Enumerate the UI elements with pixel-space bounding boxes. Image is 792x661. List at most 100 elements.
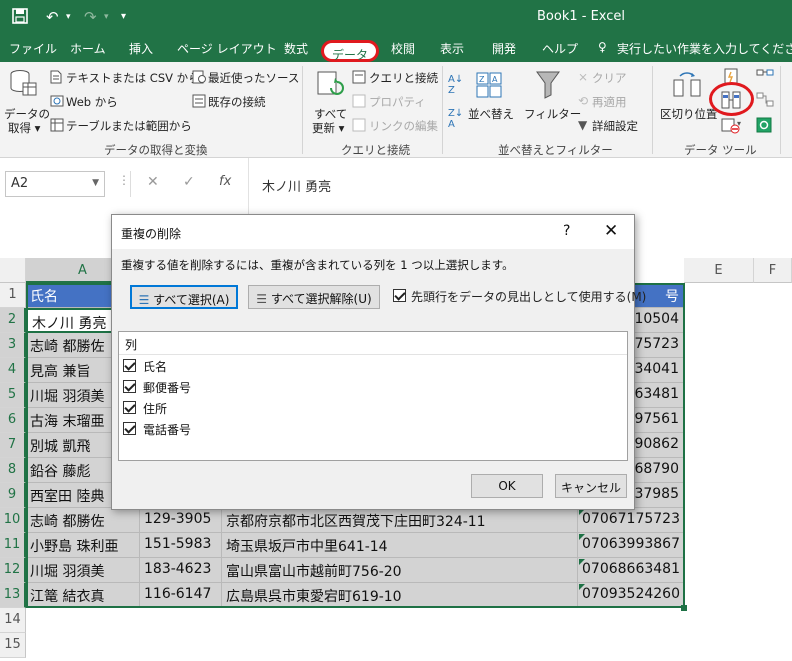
name-box-dropdown-icon[interactable]: ▼ bbox=[92, 178, 99, 188]
existing-connections-button[interactable]: 既存の接続 bbox=[208, 94, 266, 110]
column-label-name[interactable]: 氏名 bbox=[143, 358, 167, 375]
text-csv-button[interactable]: テキストまたは CSV から bbox=[66, 70, 200, 86]
column-header-f[interactable]: F bbox=[754, 258, 792, 283]
dialog-help-button[interactable]: ? bbox=[563, 223, 570, 239]
row-header[interactable]: 15 bbox=[0, 633, 26, 658]
table-cell[interactable]: 川堀 羽須美 bbox=[26, 558, 140, 583]
tab-developer[interactable]: 開発 bbox=[492, 40, 516, 57]
tab-data[interactable]: データ bbox=[321, 40, 380, 62]
row-header[interactable]: 5 bbox=[0, 383, 26, 408]
table-cell[interactable]: 富山県富山市越前町756-20 bbox=[222, 558, 578, 583]
edit-links-button[interactable]: リンクの編集 bbox=[369, 118, 438, 134]
has-headers-label[interactable]: 先頭行をデータの見出しとして使用する(M) bbox=[411, 288, 646, 305]
tab-formulas[interactable]: 数式 bbox=[284, 40, 308, 57]
redo-dropdown-icon[interactable]: ▾ bbox=[104, 12, 109, 22]
cancel-entry-icon[interactable]: ✕ bbox=[147, 174, 159, 190]
table-cell[interactable]: 183-4623 bbox=[140, 558, 222, 583]
enter-entry-icon[interactable]: ✓ bbox=[183, 174, 195, 190]
relationships-icon[interactable] bbox=[756, 92, 774, 111]
queries-connections-button[interactable]: クエリと接続 bbox=[369, 70, 438, 86]
manage-data-model-icon[interactable] bbox=[756, 117, 772, 136]
row-header[interactable]: 11 bbox=[0, 533, 26, 558]
recent-sources-button[interactable]: 最近使ったソース bbox=[208, 70, 299, 86]
tab-file[interactable]: ファイル bbox=[9, 40, 57, 57]
table-cell[interactable]: 志崎 都勝佐 bbox=[26, 508, 140, 533]
formula-input[interactable]: 木ノ川 勇亮 bbox=[262, 176, 331, 195]
table-cell[interactable]: 07067175723 bbox=[578, 508, 684, 533]
column-label-postal[interactable]: 郵便番号 bbox=[143, 379, 191, 396]
row-header[interactable]: 4 bbox=[0, 358, 26, 383]
dialog-close-button[interactable]: ✕ bbox=[604, 221, 618, 241]
tab-page-layout[interactable]: ページ レイアウト bbox=[177, 40, 277, 57]
tab-view[interactable]: 表示 bbox=[440, 40, 464, 57]
row-header[interactable]: 12 bbox=[0, 558, 26, 583]
refresh-all-dropdown[interactable]: 更新 ▾ bbox=[312, 120, 344, 136]
properties-button[interactable]: プロパティ bbox=[369, 94, 426, 110]
table-cell[interactable]: 116-6147 bbox=[140, 583, 222, 608]
data-validation-icon[interactable]: ▾ bbox=[721, 118, 743, 137]
table-cell[interactable]: 埼玉県坂戸市中里641-14 bbox=[222, 533, 578, 558]
has-headers-checkbox[interactable] bbox=[393, 289, 406, 302]
row-header[interactable]: 7 bbox=[0, 433, 26, 458]
table-cell[interactable]: 151-5983 bbox=[140, 533, 222, 558]
title-bar: ↶ ▾ ↷ ▾ ▾ Book1 - Excel bbox=[0, 0, 792, 34]
undo-dropdown-icon[interactable]: ▾ bbox=[66, 12, 71, 22]
sort-button[interactable]: 並べ替え bbox=[468, 106, 514, 122]
save-icon[interactable] bbox=[12, 8, 28, 28]
tab-home[interactable]: ホーム bbox=[70, 40, 106, 57]
select-all-corner[interactable] bbox=[0, 258, 26, 283]
row-header[interactable]: 8 bbox=[0, 458, 26, 483]
tab-insert[interactable]: 挿入 bbox=[129, 40, 153, 57]
cancel-button[interactable]: キャンセル bbox=[555, 474, 627, 498]
fill-handle[interactable] bbox=[681, 605, 687, 611]
row-header[interactable]: 3 bbox=[0, 333, 26, 358]
column-checkbox-postal[interactable] bbox=[123, 380, 136, 393]
formula-bar-grip-icon[interactable]: ⋮ bbox=[118, 173, 130, 187]
customize-qat-icon[interactable]: ▾ bbox=[121, 11, 126, 22]
column-checkbox-phone[interactable] bbox=[123, 422, 136, 435]
tell-me-icon[interactable]: ♀ bbox=[598, 40, 607, 54]
column-checkbox-address[interactable] bbox=[123, 401, 136, 414]
table-cell[interactable]: 129-3905 bbox=[140, 508, 222, 533]
name-box[interactable]: A2 ▼ bbox=[5, 171, 105, 197]
filter-button[interactable]: フィルター bbox=[524, 106, 581, 122]
table-cell[interactable]: 広島県呉市東愛宕町619-10 bbox=[222, 583, 578, 608]
insert-function-icon[interactable]: fx bbox=[219, 174, 231, 189]
row-header[interactable]: 13 bbox=[0, 583, 26, 608]
advanced-filter-button[interactable]: 詳細設定 bbox=[592, 118, 638, 134]
table-cell[interactable]: 小野島 珠利亜 bbox=[26, 533, 140, 558]
text-to-columns-button[interactable]: 区切り位置 bbox=[660, 106, 718, 122]
get-data-dropdown[interactable]: 取得 ▾ bbox=[8, 120, 40, 136]
redo-icon[interactable]: ↷ bbox=[84, 8, 97, 26]
column-label-address[interactable]: 住所 bbox=[143, 400, 167, 417]
table-cell[interactable]: 京都府京都市北区西賀茂下庄田町324-11 bbox=[222, 508, 578, 533]
tab-review[interactable]: 校閲 bbox=[391, 40, 415, 57]
reapply-button[interactable]: 再適用 bbox=[592, 94, 627, 110]
tell-me-search[interactable]: 実行したい作業を入力してください bbox=[617, 40, 792, 57]
ok-button[interactable]: OK bbox=[471, 474, 543, 498]
web-button[interactable]: Web から bbox=[66, 94, 118, 110]
tab-help[interactable]: ヘルプ bbox=[542, 40, 578, 57]
table-cell[interactable]: 07068663481 bbox=[578, 558, 684, 583]
table-range-button[interactable]: テーブルまたは範囲から bbox=[66, 118, 192, 134]
column-label-phone[interactable]: 電話番号 bbox=[143, 421, 191, 438]
row-header[interactable]: 1 bbox=[0, 283, 26, 308]
column-checkbox-name[interactable] bbox=[123, 359, 136, 372]
row-header[interactable]: 10 bbox=[0, 508, 26, 533]
consolidate-icon[interactable] bbox=[756, 68, 774, 87]
row-header[interactable]: 9 bbox=[0, 483, 26, 508]
sort-az-icon[interactable]: A↓ Z bbox=[448, 74, 463, 96]
table-cell[interactable]: 07093524260 bbox=[578, 583, 684, 608]
row-header[interactable]: 2 bbox=[0, 308, 26, 333]
select-all-button[interactable]: ☰ すべて選択(A) bbox=[130, 285, 238, 309]
row-header[interactable]: 6 bbox=[0, 408, 26, 433]
row-header[interactable]: 14 bbox=[0, 608, 26, 633]
column-header-e[interactable]: E bbox=[684, 258, 754, 283]
clear-button[interactable]: クリア bbox=[592, 70, 627, 86]
table-cell[interactable]: 江篭 結衣真 bbox=[26, 583, 140, 608]
sort-za-icon[interactable]: Z↓ A bbox=[448, 108, 463, 130]
undo-icon[interactable]: ↶ bbox=[46, 8, 59, 26]
table-cell[interactable]: 07063993867 bbox=[578, 533, 684, 558]
remove-duplicates-icon[interactable] bbox=[721, 91, 741, 112]
unselect-all-button[interactable]: ☰ すべて選択解除(U) bbox=[248, 285, 380, 309]
